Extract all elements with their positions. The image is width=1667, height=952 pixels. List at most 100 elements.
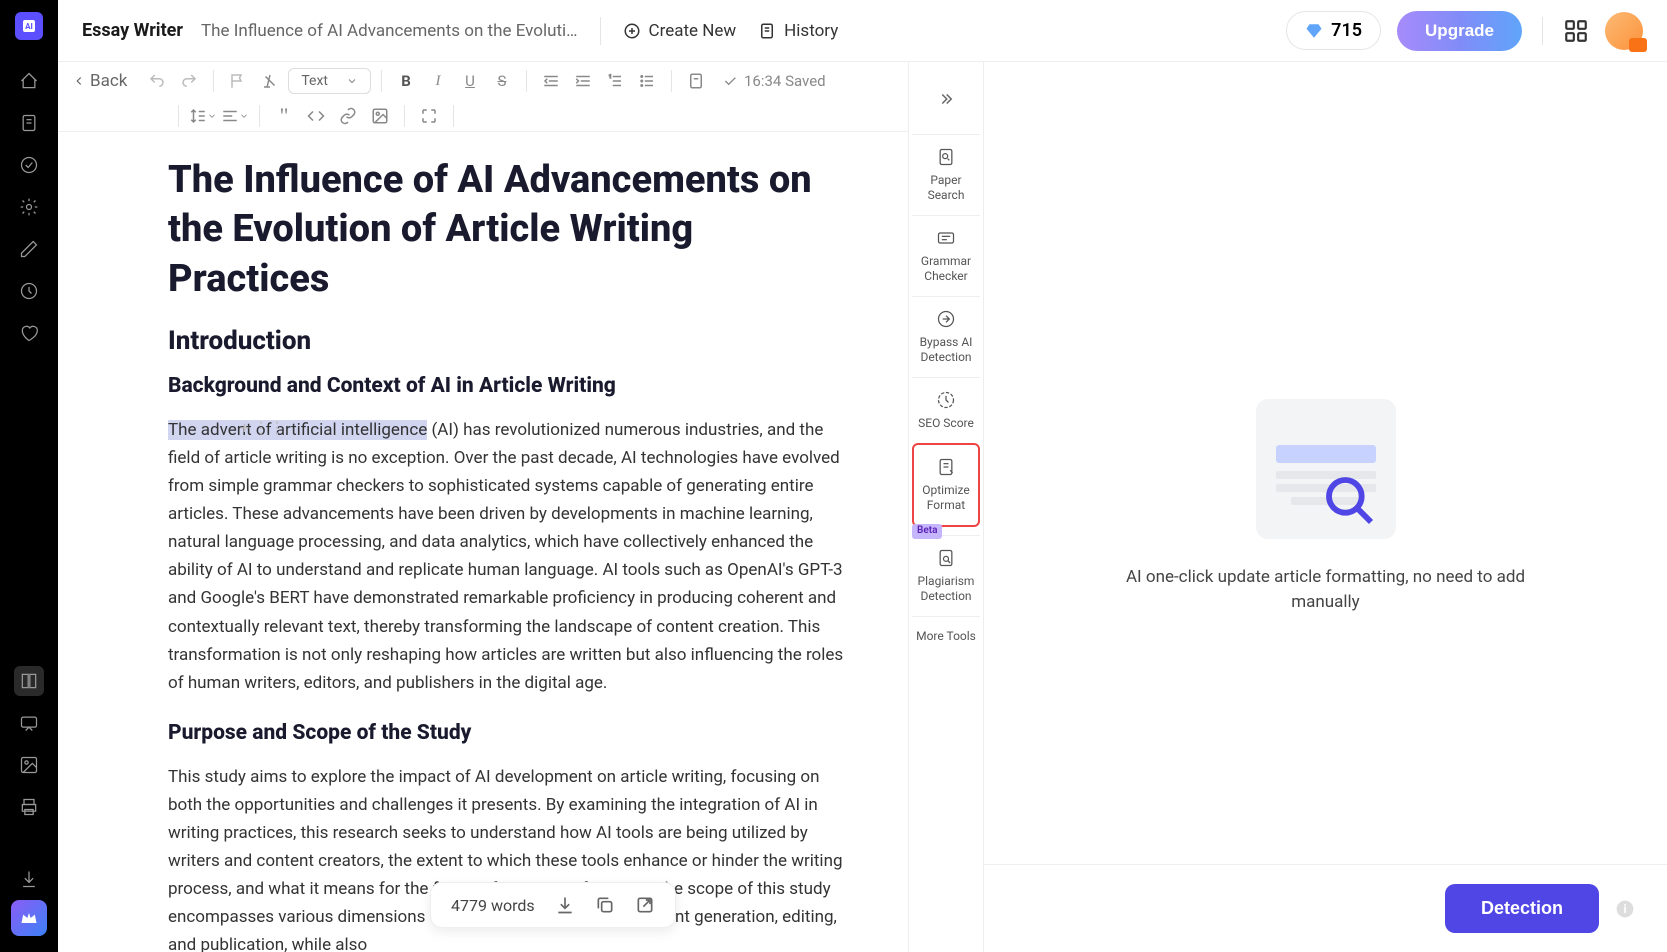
- p1-rest: (AI) has revolutionized numerous industr…: [168, 420, 843, 692]
- tool-seo-score[interactable]: SEO Score: [912, 377, 980, 443]
- editor-toolbar: Back Text B I U S 1 16:34 Saved ": [58, 62, 908, 132]
- book-icon[interactable]: [14, 666, 44, 696]
- credits-value: 715: [1331, 20, 1362, 41]
- undo-icon[interactable]: [143, 67, 171, 95]
- doc-h3-background: Background and Context of AI in Article …: [168, 374, 846, 398]
- tool-label: Bypass AI Detection: [914, 335, 978, 365]
- beta-badge: Beta: [912, 524, 942, 539]
- bullet-list-icon[interactable]: [633, 67, 661, 95]
- editor-area[interactable]: The Influence of AI Advancements on the …: [58, 132, 908, 952]
- ordered-list-icon[interactable]: 1: [601, 67, 629, 95]
- line-height-icon[interactable]: [189, 102, 217, 130]
- tool-paper-search[interactable]: Paper Search: [912, 134, 980, 215]
- app-name: Essay Writer: [82, 20, 183, 41]
- avatar[interactable]: [1605, 12, 1643, 50]
- tool-label: SEO Score: [918, 416, 974, 431]
- tool-plagiarism[interactable]: Beta Plagiarism Detection: [912, 535, 980, 616]
- text-style-select[interactable]: Text: [288, 68, 371, 94]
- tool-label: Paper Search: [914, 173, 978, 203]
- paragraph-handles[interactable]: + ⋮⋮: [240, 418, 285, 437]
- tool-label: More Tools: [916, 629, 976, 644]
- tool-more[interactable]: More Tools: [912, 616, 980, 656]
- collapse-sidebar-icon[interactable]: [929, 82, 963, 120]
- history-nav-icon[interactable]: [14, 276, 44, 306]
- tool-optimize-format[interactable]: Optimize Format: [912, 443, 980, 527]
- credits-badge[interactable]: 715: [1286, 11, 1381, 50]
- check-icon: [722, 73, 738, 89]
- word-count: 4779 words: [451, 896, 535, 915]
- quote-icon[interactable]: ": [270, 102, 298, 130]
- download-doc-icon[interactable]: [555, 895, 575, 915]
- preview-illustration: [1256, 399, 1396, 539]
- align-icon[interactable]: [221, 102, 249, 130]
- code-icon[interactable]: [302, 102, 330, 130]
- note-icon[interactable]: [682, 67, 710, 95]
- info-icon[interactable]: i: [1615, 899, 1635, 919]
- paragraph-1: The advent of artificial intelligence (A…: [168, 416, 846, 696]
- home-icon[interactable]: [14, 66, 44, 96]
- check-icon[interactable]: [14, 150, 44, 180]
- doc-h2-intro: Introduction: [168, 326, 846, 356]
- back-button[interactable]: Back: [72, 71, 127, 91]
- chevron-down-icon: [346, 75, 358, 87]
- redo-icon[interactable]: [175, 67, 203, 95]
- document-icon[interactable]: [14, 108, 44, 138]
- add-block-icon[interactable]: +: [240, 418, 249, 437]
- share-icon[interactable]: [635, 895, 655, 915]
- drag-handle-icon[interactable]: ⋮⋮: [253, 418, 285, 437]
- right-panel-message: AI one-click update article formatting, …: [1116, 565, 1536, 616]
- chat-icon[interactable]: [14, 708, 44, 738]
- heart-icon[interactable]: [14, 318, 44, 348]
- tool-sidebar: Paper Search Grammar Checker Bypass AI D…: [908, 62, 984, 952]
- highlighted-text: The advent of artificial intelligence: [168, 420, 427, 440]
- fullscreen-icon[interactable]: [415, 102, 443, 130]
- doc-h1: The Influence of AI Advancements on the …: [168, 156, 846, 304]
- download-icon[interactable]: [14, 864, 44, 894]
- indent-icon[interactable]: [569, 67, 597, 95]
- tool-label: Optimize Format: [916, 483, 976, 513]
- image-insert-icon[interactable]: [366, 102, 394, 130]
- apps-icon[interactable]: [1563, 18, 1589, 44]
- upgrade-button[interactable]: Upgrade: [1397, 11, 1522, 51]
- saved-status: 16:34 Saved: [722, 72, 826, 90]
- left-sidebar: AI: [0, 0, 58, 952]
- doc-h3-purpose: Purpose and Scope of the Study: [168, 721, 846, 745]
- tool-grammar-checker[interactable]: Grammar Checker: [912, 215, 980, 296]
- underline-icon[interactable]: U: [456, 67, 484, 95]
- svg-text:1: 1: [609, 74, 612, 80]
- strikethrough-icon[interactable]: S: [488, 67, 516, 95]
- right-panel: AI one-click update article formatting, …: [984, 62, 1667, 952]
- outdent-icon[interactable]: [537, 67, 565, 95]
- bold-icon[interactable]: B: [392, 67, 420, 95]
- history-label: History: [784, 21, 838, 41]
- document-title: The Influence of AI Advancements on the …: [201, 21, 578, 41]
- image-icon[interactable]: [14, 750, 44, 780]
- clear-format-icon[interactable]: [256, 67, 284, 95]
- tool-bypass-ai[interactable]: Bypass AI Detection: [912, 296, 980, 377]
- copy-icon[interactable]: [595, 895, 615, 915]
- magnifier-icon: [1322, 473, 1378, 529]
- history-button[interactable]: History: [758, 21, 838, 41]
- tool-label: Plagiarism Detection: [914, 574, 978, 604]
- link-icon[interactable]: [334, 102, 362, 130]
- create-new-label: Create New: [649, 21, 737, 41]
- app-logo[interactable]: AI: [15, 12, 43, 40]
- detection-button[interactable]: Detection: [1445, 884, 1599, 933]
- settings-icon[interactable]: [14, 192, 44, 222]
- create-new-button[interactable]: Create New: [623, 21, 737, 41]
- svg-text:AI: AI: [25, 22, 33, 31]
- premium-icon[interactable]: [11, 900, 47, 936]
- printer-icon[interactable]: [14, 792, 44, 822]
- floating-footer: 4779 words: [430, 882, 676, 928]
- saved-label: 16:34 Saved: [744, 72, 826, 90]
- svg-text:i: i: [1623, 902, 1626, 916]
- text-style-label: Text: [301, 73, 328, 89]
- flag-icon[interactable]: [224, 67, 252, 95]
- edit-icon[interactable]: [14, 234, 44, 264]
- top-bar: Essay Writer The Influence of AI Advance…: [58, 0, 1667, 62]
- bottom-bar: Detection i: [984, 864, 1667, 952]
- tool-label: Grammar Checker: [914, 254, 978, 284]
- diamond-icon: [1305, 22, 1323, 40]
- back-label: Back: [90, 71, 127, 91]
- italic-icon[interactable]: I: [424, 67, 452, 95]
